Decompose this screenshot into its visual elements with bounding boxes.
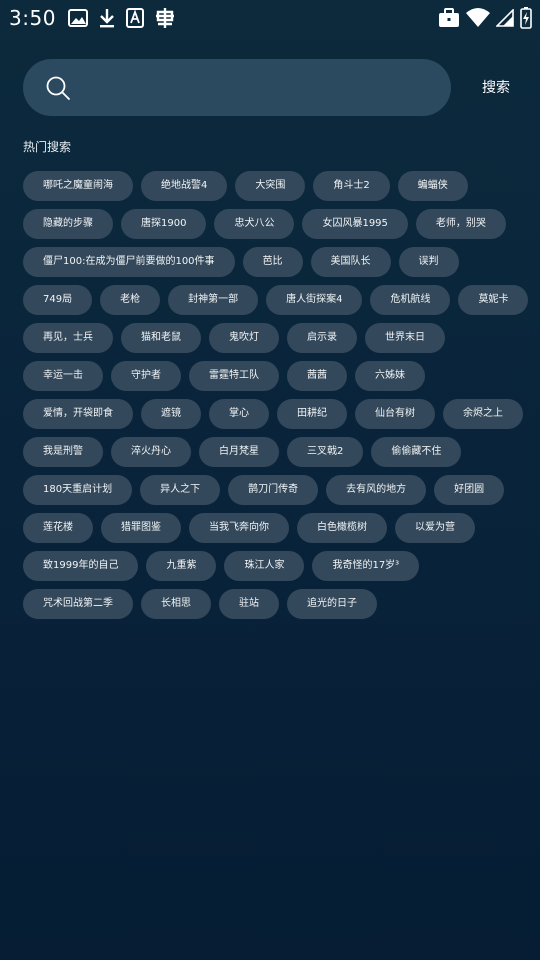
font-app-icon [126, 8, 144, 28]
hot-search-tag[interactable]: 绝地战警4 [141, 171, 228, 201]
hot-search-tag[interactable]: 田耕纪 [277, 399, 347, 429]
hot-search-tag[interactable]: 危机航线 [370, 285, 451, 315]
tag-row: 哪吒之魔童闹海 绝地战警4 大突围 角斗士2 蝙蝠侠 [23, 171, 523, 201]
hot-search-tag[interactable]: 女囚风暴1995 [302, 209, 408, 239]
hot-search-tag[interactable]: 咒术回战第二季 [23, 589, 133, 619]
hot-search-tag[interactable]: 角斗士2 [313, 171, 390, 201]
hot-search-tag[interactable]: 我是刑警 [23, 437, 103, 467]
hot-search-tag[interactable]: 莫妮卡 [458, 285, 529, 315]
status-time: 3:50 [9, 6, 56, 30]
hot-search-tag[interactable]: 鹊刀门传奇 [228, 475, 319, 505]
hot-search-tag[interactable]: 芭比 [242, 247, 303, 277]
hot-search-tag[interactable]: 掌心 [209, 399, 269, 429]
hot-search-tag[interactable]: 好团圆 [434, 475, 505, 505]
hot-search-tag[interactable]: 雷霆特工队 [189, 361, 279, 391]
hot-search-tag[interactable]: 大突围 [235, 171, 306, 201]
hot-search-tag[interactable]: 僵尸100:在成为僵尸前要做的100件事 [23, 247, 235, 277]
hot-search-tag[interactable]: 白色橄榄树 [297, 513, 387, 543]
tag-row: 180天重启计划 异人之下 鹊刀门传奇 去有风的地方 好团圆 [23, 475, 523, 505]
tag-row: 749局 老枪 封神第一部 唐人街探案4 危机航线 莫妮卡 [23, 285, 529, 315]
download-icon [100, 9, 114, 28]
hot-search-tag[interactable]: 淬火丹心 [111, 437, 191, 467]
hot-search-tag[interactable]: 误判 [398, 247, 459, 277]
hot-search-tag[interactable]: 忠犬八公 [214, 209, 295, 239]
hot-search-tag[interactable]: 鬼吹灯 [209, 323, 279, 353]
hot-search-tag[interactable]: 茜茜 [287, 361, 347, 391]
hot-search-tag[interactable]: 仙台有树 [355, 399, 435, 429]
hot-search-tag[interactable]: 六姊妹 [355, 361, 425, 391]
notification-icons [68, 6, 176, 30]
tag-row: 爱情，开袋即食 遮镜 掌心 田耕纪 仙台有树 余烬之上 [23, 399, 523, 429]
hot-search-tag[interactable]: 世界末日 [365, 323, 445, 353]
hot-search-tag[interactable]: 唐探1900 [121, 209, 207, 239]
hot-search-tag[interactable]: 莲花楼 [23, 513, 93, 543]
hot-search-tag[interactable]: 蝙蝠侠 [397, 171, 468, 201]
hot-search-tag[interactable]: 长相思 [141, 589, 211, 619]
hot-search-tag[interactable]: 爱情，开袋即食 [23, 399, 133, 429]
hot-search-tag[interactable]: 美国队长 [310, 247, 391, 277]
hot-search-tag[interactable]: 幸运一击 [23, 361, 103, 391]
bug-app-icon [156, 8, 174, 28]
tag-row: 隐藏的步骤 唐探1900 忠犬八公 女囚风暴1995 老师，别哭 [23, 209, 523, 239]
hot-search-tag[interactable]: 追光的日子 [287, 589, 377, 619]
hot-search-tag[interactable]: 以爱为营 [395, 513, 475, 543]
search-input[interactable] [85, 59, 439, 118]
hot-search-tag[interactable]: 老师，别哭 [415, 209, 506, 239]
search-icon [46, 76, 70, 100]
hot-search-tag[interactable]: 致1999年的自己 [23, 551, 139, 581]
hot-search-tag[interactable]: 老枪 [100, 285, 161, 315]
hot-search-tag[interactable]: 隐藏的步骤 [23, 209, 113, 239]
hot-search-tag[interactable]: 三叉戟2 [287, 437, 364, 467]
tag-row: 致1999年的自己 九重紫 珠江人家 我奇怪的17岁³ [23, 551, 523, 581]
tag-row: 幸运一击 守护者 雷霆特工队 茜茜 六姊妹 [23, 361, 523, 391]
hot-search-tag[interactable]: 哪吒之魔童闹海 [23, 171, 133, 201]
hot-search-tag[interactable]: 驻站 [219, 589, 279, 619]
cellular-signal-icon [496, 9, 514, 27]
tag-row: 再见，士兵 猫和老鼠 鬼吹灯 启示录 世界末日 [23, 323, 523, 353]
hot-search-tag[interactable]: 九重紫 [146, 551, 217, 581]
hot-search-tag[interactable]: 去有风的地方 [326, 475, 427, 505]
hot-search-tag[interactable]: 白月梵星 [199, 437, 279, 467]
hot-search-tag[interactable]: 偷偷藏不住 [371, 437, 462, 467]
hot-search-tag[interactable]: 珠江人家 [224, 551, 305, 581]
hot-search-tag[interactable]: 我奇怪的17岁³ [312, 551, 420, 581]
hot-search-tag[interactable]: 封神第一部 [168, 285, 259, 315]
search-button[interactable]: 搜索 [475, 73, 517, 101]
hot-search-tag[interactable]: 749局 [23, 285, 93, 315]
hot-search-tag[interactable]: 异人之下 [140, 475, 221, 505]
hot-search-tag[interactable]: 余烬之上 [443, 399, 523, 429]
hot-search-tag[interactable]: 猎罪图鉴 [101, 513, 181, 543]
briefcase-icon [439, 8, 459, 27]
status-bar: 3:50 [0, 0, 540, 36]
hot-search-tag[interactable]: 唐人街探案4 [266, 285, 363, 315]
battery-icon [520, 7, 532, 29]
wifi-icon [466, 8, 490, 27]
tag-row: 我是刑警 淬火丹心 白月梵星 三叉戟2 偷偷藏不住 [23, 437, 523, 467]
system-icons [438, 7, 532, 29]
hot-search-tag[interactable]: 当我飞奔向你 [189, 513, 289, 543]
hot-search-title: 热门搜索 [23, 140, 72, 154]
tag-row: 莲花楼 猎罪图鉴 当我飞奔向你 白色橄榄树 以爱为营 [23, 513, 523, 543]
image-notification-icon [68, 9, 88, 27]
hot-search-tag[interactable]: 猫和老鼠 [121, 323, 201, 353]
hot-search-tag[interactable]: 180天重启计划 [23, 475, 133, 505]
hot-search-tag[interactable]: 守护者 [111, 361, 181, 391]
hot-search-tags: 哪吒之魔童闹海 绝地战警4 大突围 角斗士2 蝙蝠侠 隐藏的步骤 唐探1900 忠犬八公 女囚风… [23, 171, 529, 627]
hot-search-tag[interactable]: 遮镜 [141, 399, 201, 429]
hot-search-tag[interactable]: 启示录 [287, 323, 357, 353]
tag-row: 僵尸100:在成为僵尸前要做的100件事 芭比 美国队长 误判 [23, 247, 523, 277]
search-box[interactable] [23, 59, 451, 118]
tag-row: 咒术回战第二季 长相思 驻站 追光的日子 [23, 589, 523, 619]
hot-search-tag[interactable]: 再见，士兵 [23, 323, 113, 353]
